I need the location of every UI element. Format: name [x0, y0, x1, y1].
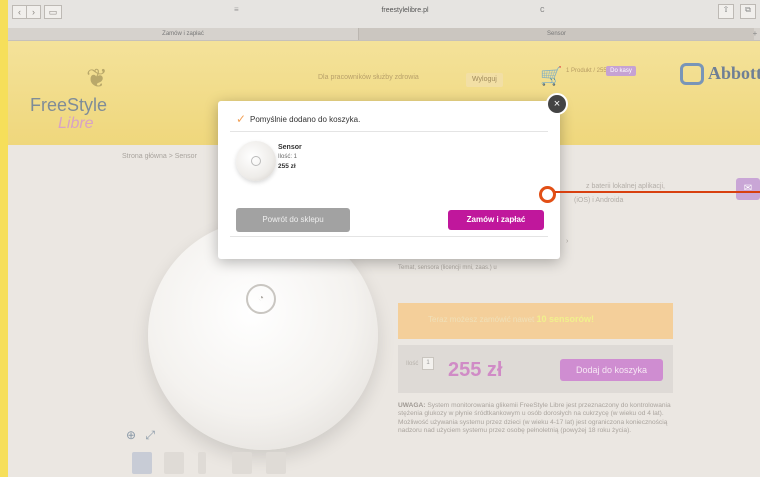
notice-body: System monitorowania glikemii FreeStyle …: [398, 402, 671, 435]
divider: [230, 236, 548, 237]
thumbnail[interactable]: [164, 452, 184, 474]
fullscreen-icon[interactable]: ⤢: [145, 428, 155, 442]
product-description-line: (iOS) i Androida: [574, 197, 624, 204]
notice-title: UWAGA:: [398, 402, 426, 409]
checkout-badge-button[interactable]: Do kasy: [606, 66, 636, 76]
tab-bar: Zamów i zapłać Sensor +: [8, 28, 760, 41]
sidebar-toggle-icon[interactable]: ▭: [44, 5, 62, 19]
notice-text: UWAGA: System monitorowania glikemii Fre…: [398, 402, 673, 436]
close-icon[interactable]: ×: [546, 93, 568, 115]
new-tab-icon[interactable]: +: [750, 28, 760, 40]
promo-text-strong: 10 sensorów!: [536, 314, 595, 324]
added-to-cart-modal: ✓ Pomyślnie dodano do koszyka. × Sensor …: [218, 93, 568, 259]
reader-icon[interactable]: ≡: [234, 5, 239, 14]
thumbnail[interactable]: [132, 452, 152, 474]
tab-checkout[interactable]: Zamów i zapłać: [8, 28, 358, 40]
browser-toolbar: ‹ › ▭ ≡ freestylelibre.pl c ⇧ ⧉: [8, 0, 760, 29]
thumbnail[interactable]: [266, 452, 286, 474]
modal-product-image: [236, 141, 276, 181]
product-price: 255 zł: [448, 359, 503, 381]
modal-title: Pomyślnie dodano do koszyka.: [250, 115, 361, 124]
divider: [230, 131, 548, 132]
thumbnail[interactable]: [232, 452, 252, 474]
tabs-overview-icon[interactable]: ⧉: [740, 4, 756, 19]
butterfly-icon: ❦: [86, 63, 108, 93]
callout-marker: [539, 186, 556, 203]
zoom-controls: ⊕ ⤢: [126, 428, 155, 443]
sensor-dot-icon: [251, 156, 261, 166]
professionals-link[interactable]: Dla pracowników służby zdrowia: [318, 74, 419, 81]
zoom-in-icon[interactable]: ⊕: [126, 428, 136, 442]
sensor-center-icon: ◔: [246, 284, 276, 314]
callout-line: [555, 191, 760, 193]
thumbnail[interactable]: [198, 452, 206, 474]
buy-box: Ilość 1 255 zł Dodaj do koszyka: [398, 345, 673, 393]
modal-product-name: Sensor: [278, 144, 302, 151]
order-and-pay-button[interactable]: Zamów i zapłać: [448, 210, 544, 230]
checkmark-icon: ✓: [236, 112, 247, 126]
logout-button[interactable]: Wyloguj: [466, 73, 503, 87]
promo-text-main: Teraz możesz zamówić nawet: [428, 315, 537, 324]
abbott-logo-icon: [680, 63, 704, 85]
modal-product-qty: Ilość: 1: [278, 154, 298, 160]
quantity-label: Ilość: [406, 361, 419, 367]
promo-text: Teraz możesz zamówić nawet 10 sensorów!: [428, 314, 594, 324]
breadcrumb[interactable]: Strona główna > Sensor: [122, 153, 197, 160]
cart-icon[interactable]: 🛒: [540, 66, 562, 87]
logo-libre-text: Libre: [58, 115, 94, 132]
logo-freestyle-text: FreeStyle: [30, 95, 108, 115]
add-to-cart-button[interactable]: Dodaj do koszyka: [560, 359, 663, 381]
arrow-icon: ›: [566, 238, 569, 245]
forward-button[interactable]: ›: [26, 5, 41, 19]
product-description-line: Temat, sensora (licencji mni, zaas.) u: [398, 265, 497, 271]
share-icon[interactable]: ⇧: [718, 4, 734, 19]
back-button[interactable]: ‹: [12, 5, 27, 19]
modal-product-price: 255 zł: [278, 163, 296, 170]
freestyle-libre-logo[interactable]: ❦ FreeStyle Libre: [22, 55, 132, 135]
address-bar[interactable]: freestylelibre.pl: [270, 4, 540, 18]
mail-icon[interactable]: ✉: [736, 178, 760, 200]
abbott-logo-text: Abbott: [708, 63, 760, 83]
quantity-input[interactable]: 1: [422, 357, 434, 370]
back-to-shop-button[interactable]: Powrót do sklepu: [236, 208, 350, 232]
screen: ‹ › ▭ ≡ freestylelibre.pl c ⇧ ⧉ Zamów i …: [8, 0, 760, 477]
tab-sensor[interactable]: Sensor: [358, 28, 754, 40]
product-description-line: z baterii lokalnej aplikacji,: [586, 183, 665, 190]
promo-banner: Teraz możesz zamówić nawet 10 sensorów!: [398, 303, 673, 339]
reload-icon[interactable]: c: [540, 4, 545, 14]
